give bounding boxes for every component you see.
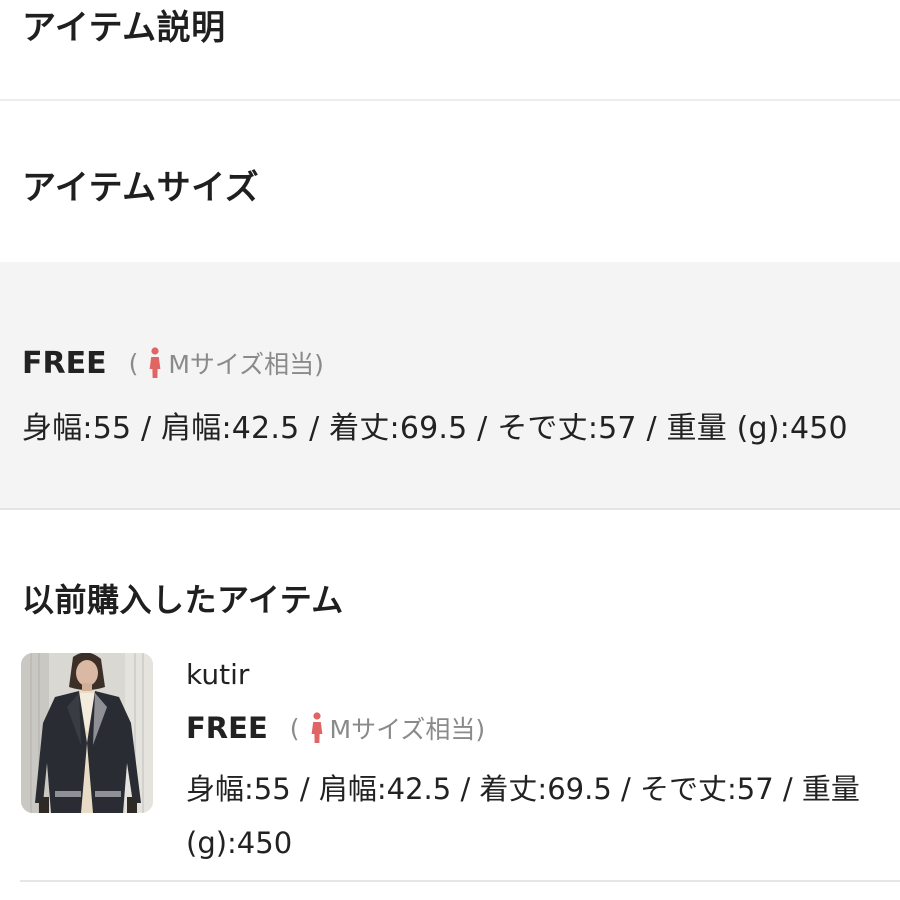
person-icon — [148, 347, 162, 379]
divider — [0, 508, 900, 510]
person-icon — [310, 712, 324, 744]
size-specs: 身幅:55 / 肩幅:42.5 / 着丈:69.5 / そで丈:57 / 重量 … — [22, 411, 848, 446]
size-equivalent: ( Mサイズ相当) — [129, 345, 324, 381]
purchased-item[interactable]: kutir FREE ( Mサイズ相当) 身幅:55 / 肩幅:42.5 / 着… — [0, 650, 900, 875]
size-panel — [0, 262, 900, 510]
paren-open: ( — [289, 713, 300, 743]
divider — [20, 880, 900, 882]
size-heading: FREE ( Mサイズ相当) — [22, 345, 324, 381]
size-name: FREE — [186, 711, 268, 745]
size-equivalent-text: Mサイズ相当) — [168, 350, 324, 379]
item-description-title[interactable]: アイテム説明 — [22, 0, 226, 49]
paren-open: ( — [128, 348, 139, 378]
size-equivalent: ( Mサイズ相当) — [290, 710, 485, 746]
divider — [0, 99, 900, 101]
page: アイテム説明 アイテムサイズ FREE ( Mサイズ相当) 身幅:55 / 肩幅… — [0, 0, 900, 900]
brand-name[interactable]: kutir — [186, 658, 249, 691]
size-name: FREE — [22, 345, 107, 381]
product-thumbnail[interactable] — [21, 653, 153, 813]
purchased-items-title: 以前購入したアイテム — [22, 581, 344, 619]
purchased-size-heading: FREE ( Mサイズ相当) — [186, 710, 485, 746]
purchased-size-specs: 身幅:55 / 肩幅:42.5 / 着丈:69.5 / そで丈:57 / 重量 … — [186, 772, 860, 860]
size-equivalent-text: Mサイズ相当) — [329, 715, 486, 744]
item-size-title: アイテムサイズ — [22, 168, 260, 208]
